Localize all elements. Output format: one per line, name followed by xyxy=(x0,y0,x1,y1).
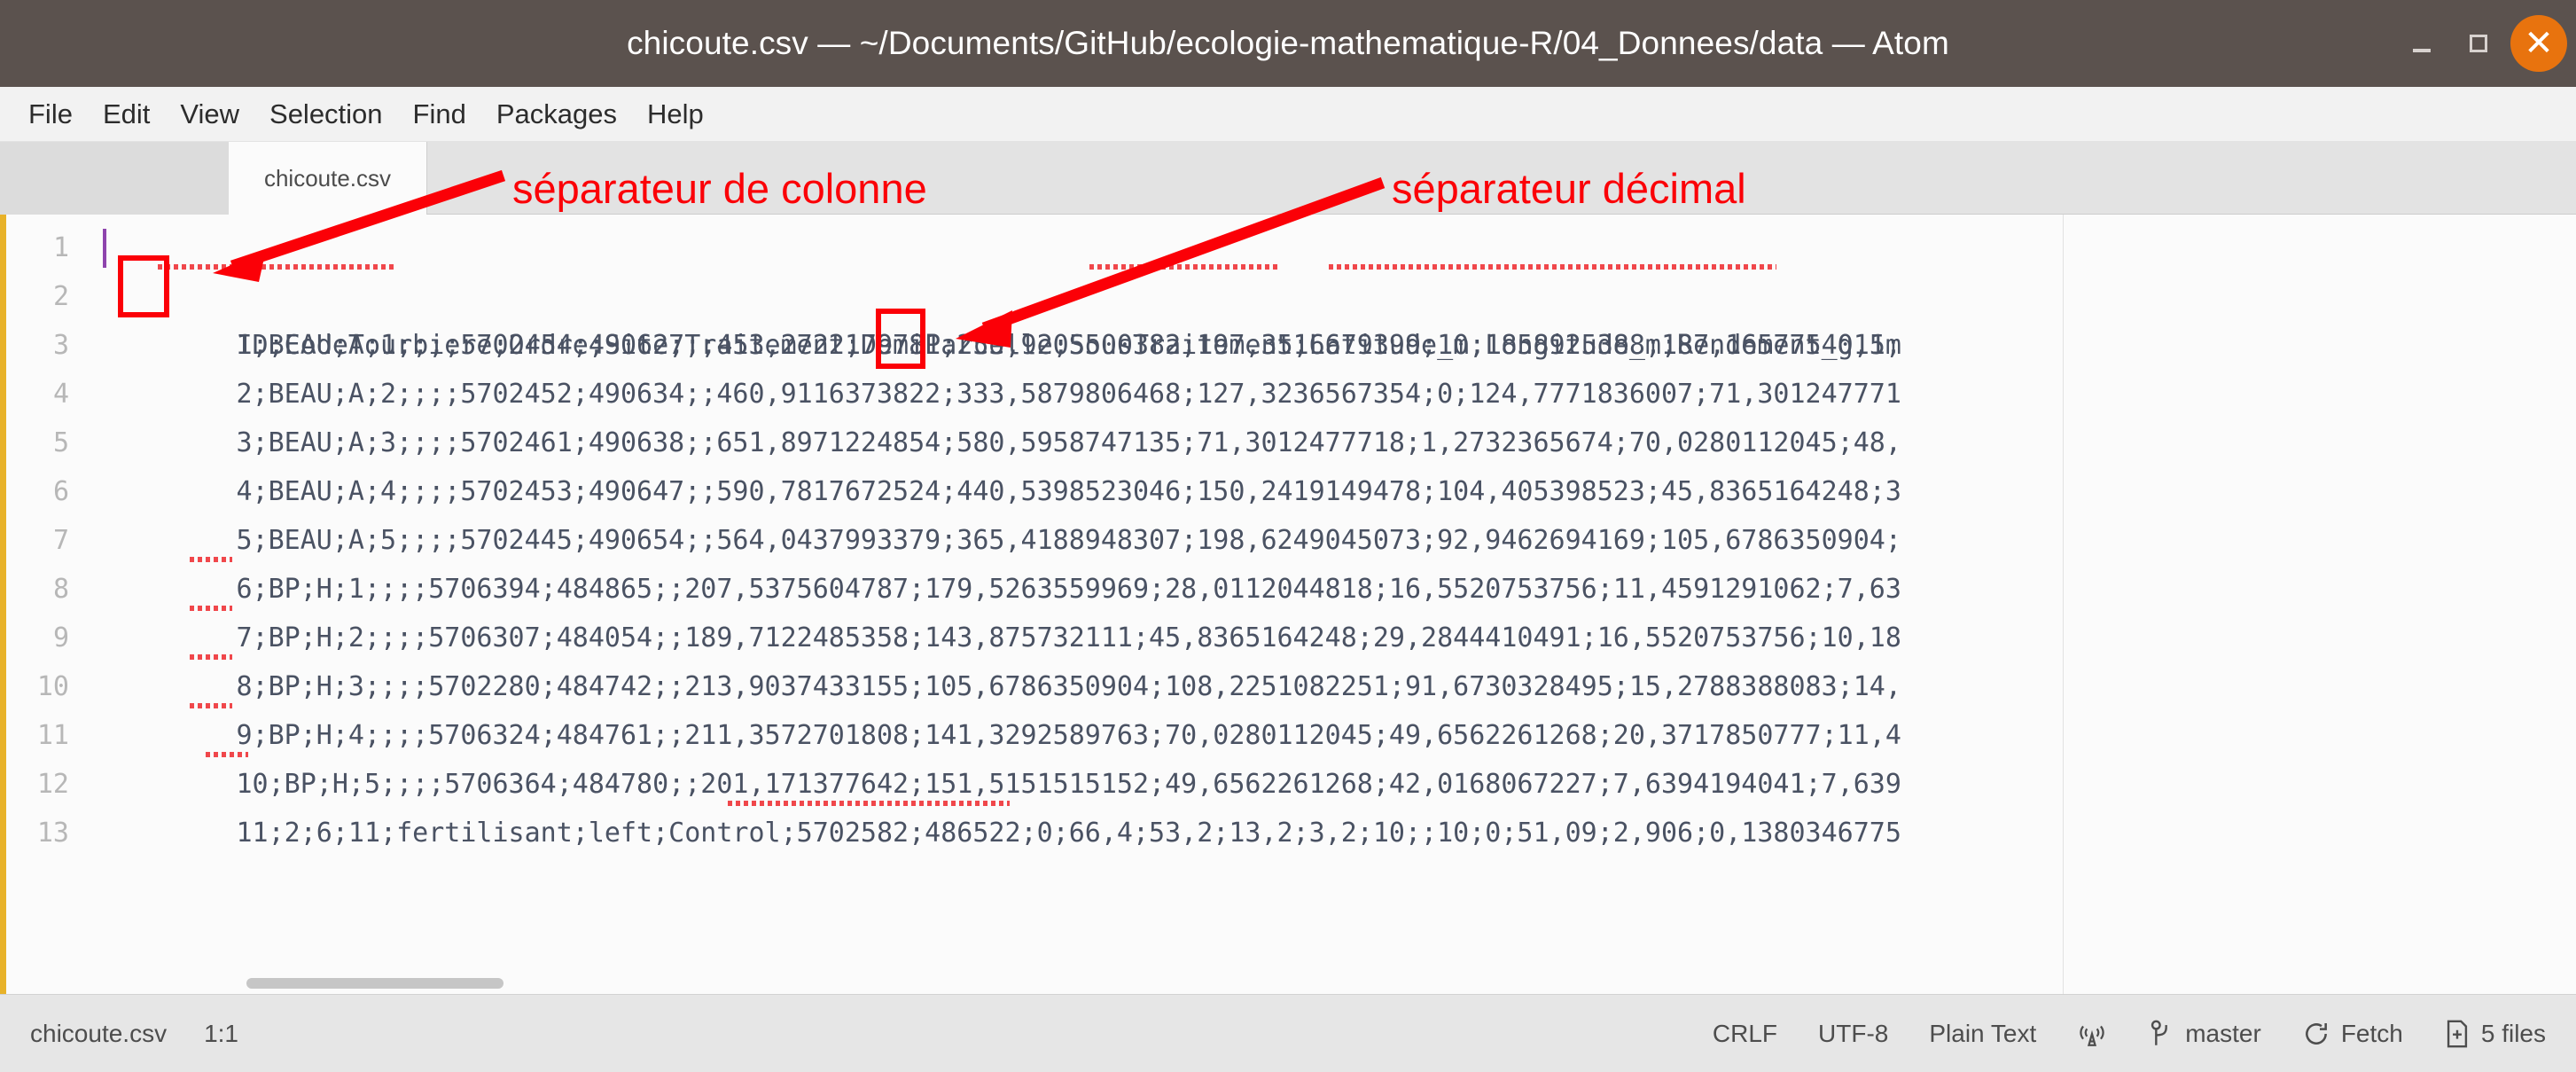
changed-files-label: 5 files xyxy=(2480,1019,2546,1047)
spell-squiggle xyxy=(728,801,1010,806)
status-cursor-position[interactable]: 1:1 xyxy=(204,1020,238,1048)
git-fetch-label: Fetch xyxy=(2340,1019,2403,1047)
line-number: 13 xyxy=(36,818,69,849)
line-number: 5 xyxy=(52,427,69,458)
spell-squiggle xyxy=(190,654,232,660)
changed-files-button[interactable]: 5 files xyxy=(2444,1019,2546,1049)
status-bar: chicoute.csv 1:1 CRLF UTF-8 Plain Text m… xyxy=(0,994,2576,1072)
code-line[interactable]: 10;BP;H;5;;;;5706364;484780;;201,1713776… xyxy=(92,711,2576,800)
code-line[interactable]: 6;BP;H;1;;;;5706394;484865;;207,53756047… xyxy=(92,516,2576,605)
code-line[interactable] xyxy=(92,809,2576,857)
tab-bar-gutter-pad xyxy=(0,142,229,215)
git-fetch-button[interactable]: Fetch xyxy=(2302,1020,2403,1048)
line-number: 12 xyxy=(36,769,69,800)
code-line[interactable]: 8;BP;H;3;;;;5702280;484742;;213,90374331… xyxy=(92,614,2576,702)
horizontal-scrollbar[interactable] xyxy=(184,978,2576,989)
line-number: 10 xyxy=(36,671,69,702)
line-number-gutter: 1 2 3 4 5 6 7 8 9 10 11 12 13 xyxy=(0,215,92,994)
horizontal-scrollbar-thumb[interactable] xyxy=(246,978,503,989)
spell-squiggle xyxy=(158,264,397,270)
git-branch-button[interactable]: master xyxy=(2148,1019,2261,1049)
window-controls: ✕ xyxy=(2393,0,2576,87)
code-line[interactable]: 7;BP;H;2;;;;5706307;484054;;189,71224853… xyxy=(92,565,2576,653)
code-line[interactable]: 9;BP;H;4;;;;5706324;484761;;211,35727018… xyxy=(92,662,2576,751)
code-line[interactable]: 4;BEAU;A;4;;;;5702453;490647;;590,781767… xyxy=(92,419,2576,507)
spell-squiggle xyxy=(1329,264,1776,270)
git-branch-icon xyxy=(2151,1020,2168,1045)
menu-item-help[interactable]: Help xyxy=(635,93,716,136)
spell-squiggle xyxy=(190,606,232,611)
broadcast-icon xyxy=(2080,1025,2104,1046)
status-encoding[interactable]: UTF-8 xyxy=(1818,1020,1888,1048)
line-number: 7 xyxy=(52,525,69,556)
status-line-ending[interactable]: CRLF xyxy=(1713,1020,1777,1048)
close-button[interactable]: ✕ xyxy=(2507,0,2571,87)
menu-bar: File Edit View Selection Find Packages H… xyxy=(0,87,2576,142)
refresh-icon xyxy=(2305,1022,2327,1045)
diff-icon xyxy=(2447,1020,2467,1047)
minimize-icon xyxy=(2413,49,2431,52)
editor-accent-stripe xyxy=(0,215,6,994)
status-file-name[interactable]: chicoute.csv xyxy=(30,1020,167,1048)
menu-item-selection[interactable]: Selection xyxy=(257,93,395,136)
line-number: 1 xyxy=(52,232,69,263)
spell-squiggle xyxy=(206,752,248,757)
text-cursor xyxy=(103,229,106,268)
tab-label: chicoute.csv xyxy=(263,164,392,192)
git-branch-label: master xyxy=(2185,1019,2261,1047)
code-content[interactable]: ID;CodeTourbiere;Ordre;Site;Traitement;D… xyxy=(92,215,2576,994)
line-number: 8 xyxy=(52,574,69,605)
line-number: 3 xyxy=(52,330,69,361)
line-number: 4 xyxy=(52,379,69,410)
menu-item-view[interactable]: View xyxy=(168,93,252,136)
maximize-icon xyxy=(2470,35,2487,52)
tab-chicoute-csv[interactable]: chicoute.csv xyxy=(229,142,427,215)
atom-window: chicoute.csv — ~/Documents/GitHub/ecolog… xyxy=(0,0,2576,1072)
code-line[interactable]: 11;2;6;11;fertilisant;left;Control;57025… xyxy=(92,760,2576,849)
menu-item-packages[interactable]: Packages xyxy=(484,93,629,136)
tab-bar-filler xyxy=(427,142,2576,215)
spell-squiggle xyxy=(190,703,232,708)
status-bar-left: chicoute.csv 1:1 xyxy=(30,1020,238,1048)
code-line[interactable]: 5;BEAU;A;5;;;;5702445;490654;;564,043799… xyxy=(92,467,2576,556)
line-number: 11 xyxy=(36,720,69,751)
code-line[interactable]: 2;BEAU;A;2;;;;5702452;490634;;460,911637… xyxy=(92,321,2576,410)
line-number: 6 xyxy=(52,476,69,507)
text-editor[interactable]: 1 2 3 4 5 6 7 8 9 10 11 12 13 ID;CodeTou… xyxy=(0,215,2576,994)
spell-squiggle xyxy=(1089,264,1281,270)
close-icon: ✕ xyxy=(2510,15,2567,72)
minimize-button[interactable] xyxy=(2393,0,2450,87)
menu-item-find[interactable]: Find xyxy=(401,93,479,136)
live-server-button[interactable] xyxy=(2077,1019,2107,1049)
status-grammar[interactable]: Plain Text xyxy=(1929,1020,2036,1048)
spell-squiggle xyxy=(190,557,232,562)
title-bar: chicoute.csv — ~/Documents/GitHub/ecolog… xyxy=(0,0,2576,87)
maximize-button[interactable] xyxy=(2450,0,2507,87)
code-line[interactable]: ID;CodeTourbiere;Ordre;Site;Traitement;D… xyxy=(92,223,2576,361)
code-line[interactable]: 3;BEAU;A;3;;;;5702461;490638;;651,897122… xyxy=(92,370,2576,458)
line-number: 2 xyxy=(52,281,69,312)
code-line[interactable]: 1;BEAU;A;1;;;;5702454;490627;;453,272217… xyxy=(92,272,2576,361)
menu-item-file[interactable]: File xyxy=(16,93,85,136)
tab-bar: chicoute.csv xyxy=(0,142,2576,215)
status-bar-right: CRLF UTF-8 Plain Text master Fetch 5 fil… xyxy=(1713,1019,2546,1049)
window-title: chicoute.csv — ~/Documents/GitHub/ecolog… xyxy=(627,25,1949,61)
menu-item-edit[interactable]: Edit xyxy=(90,93,162,136)
line-number: 9 xyxy=(52,622,69,653)
